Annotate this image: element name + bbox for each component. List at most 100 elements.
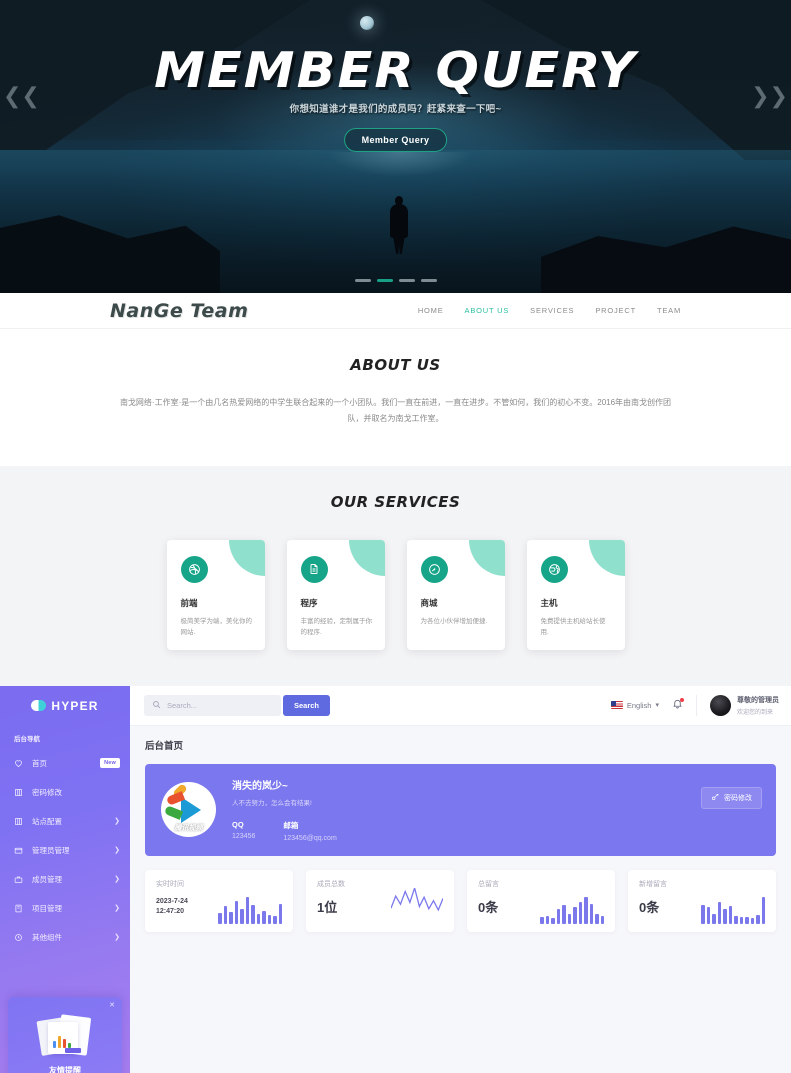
dribbble-icon xyxy=(180,555,208,583)
service-card[interactable]: 前端 极简美学为端，美化你的网站. xyxy=(166,539,265,650)
sidebar-item-member-management[interactable]: 成员管理 ❯ xyxy=(0,865,130,894)
slider-prev-icon[interactable]: ❮❮ xyxy=(3,84,40,109)
sidebar-item-label: 站点配置 xyxy=(32,816,62,826)
hero-silhouette-figure xyxy=(389,196,409,254)
nav-item-services[interactable]: SERVICES xyxy=(530,306,574,315)
card-corner-decoration xyxy=(468,539,505,576)
slider-pagination[interactable] xyxy=(0,279,791,282)
sidebar-item-home[interactable]: 首页 New xyxy=(0,749,130,778)
bar xyxy=(256,914,260,924)
search-input[interactable] xyxy=(167,700,273,710)
service-card[interactable]: 主机 免费提供主机给站长使用. xyxy=(526,539,625,650)
hero-slider: MEMBER QUERY 你想知道谁才是我们的成员吗？赶紧来查一下吧~ Memb… xyxy=(0,0,791,293)
moon-icon xyxy=(360,16,374,30)
card-corner-decoration xyxy=(228,539,265,576)
sidebar-promo-title: 友情提醒 xyxy=(49,1065,81,1073)
bar xyxy=(562,904,566,924)
briefcase-icon xyxy=(14,875,23,884)
slider-dot[interactable] xyxy=(398,279,415,282)
service-card-desc: 免费提供主机给站长使用. xyxy=(540,617,606,637)
site-brand[interactable]: NanGe Team xyxy=(110,300,248,322)
member-query-button[interactable]: Member Query xyxy=(343,128,448,152)
bar xyxy=(750,917,754,924)
sidebar-item-admin-management[interactable]: 管理员管理 ❯ xyxy=(0,836,130,865)
page-title: 后台首页 xyxy=(145,740,184,752)
admin-content: 后台首页 腾讯视频 消失的岚少~ 人不去努力，怎么会有结果! QQ 123456 xyxy=(130,726,791,1073)
language-label: English xyxy=(626,700,652,710)
language-selector[interactable]: English ▾ xyxy=(610,700,659,710)
sidebar-item-label: 首页 xyxy=(32,758,47,768)
bar xyxy=(273,915,277,924)
search-box[interactable] xyxy=(144,694,281,716)
stat-line-chart xyxy=(390,885,444,923)
sidebar-item-password-change[interactable]: 密码修改 xyxy=(0,778,130,807)
chevron-right-icon: ❯ xyxy=(114,846,120,855)
service-card-list: 前端 极简美学为端，美化你的网站. 程序 丰富的经验，定制属于你的程序. 商城 … xyxy=(0,539,791,650)
welcome-card-field: QQ 123456 xyxy=(232,820,255,842)
admin-topbar: Search English ▾ 尊敬的管理员 欢迎您的到来 xyxy=(130,685,791,726)
avatar xyxy=(710,694,731,716)
password-change-button[interactable]: 密码修改 xyxy=(701,786,762,809)
service-card[interactable]: 程序 丰富的经验，定制属于你的程序. xyxy=(286,539,385,650)
sidebar-item-project-management[interactable]: 项目管理 ❯ xyxy=(0,894,130,923)
user-info: 尊敬的管理员 欢迎您的到来 xyxy=(737,695,779,716)
field-label: QQ xyxy=(232,820,244,830)
documents-chart-illustration xyxy=(36,1013,93,1058)
nav-item-team[interactable]: TEAM xyxy=(657,306,681,315)
admin-logo[interactable]: HYPER xyxy=(0,699,130,713)
bar xyxy=(600,915,604,924)
bar xyxy=(251,905,255,924)
service-card-title: 主机 xyxy=(540,597,558,608)
slider-dot[interactable] xyxy=(354,279,371,282)
field-value: 123456 xyxy=(232,833,256,841)
bar xyxy=(223,906,227,924)
stat-card-member-total: 成员总数 1位 xyxy=(306,869,454,932)
service-card[interactable]: 商城 为各位小伙伴增加便捷. xyxy=(406,539,505,650)
search-area: Search xyxy=(144,694,331,716)
about-section: ABOUT US 南戈网络·工作室·是一个由几名热爱网络的中学生联合起来的一个小… xyxy=(0,329,791,466)
bell-icon[interactable] xyxy=(672,698,684,712)
key-icon xyxy=(711,793,719,803)
service-card-desc: 极简美学为端，美化你的网站. xyxy=(180,617,253,637)
bar xyxy=(589,903,593,924)
chevron-right-icon: ❯ xyxy=(114,933,120,942)
bar xyxy=(267,915,271,924)
sidebar-item-label: 其他组件 xyxy=(32,932,62,942)
service-card-title: 程序 xyxy=(300,597,318,608)
hero-subtitle: 你想知道谁才是我们的成员吗？赶紧来查一下吧~ xyxy=(289,104,502,115)
sidebar-item-other-components[interactable]: 其他组件 ❯ xyxy=(0,923,130,952)
stat-bar-chart xyxy=(540,896,604,932)
stat-value: 0条 xyxy=(639,899,660,915)
nav-item-about-us[interactable]: ABOUT US xyxy=(465,306,510,315)
sidebar-menu: 首页 New 密码修改 站点配置 ❯ 管理员管理 ❯ 成员管理 ❯ 项目管理 ❯… xyxy=(0,749,130,952)
close-icon[interactable]: ✕ xyxy=(109,1001,115,1009)
admin-logo-text: HYPER xyxy=(51,698,99,713)
slider-next-icon[interactable]: ❯❯ xyxy=(751,84,788,109)
stat-text: 成员总数 1位 xyxy=(317,879,345,932)
sidebar-item-site-config[interactable]: 站点配置 ❯ xyxy=(0,807,130,836)
stat-card-total-messages: 总留言 0条 xyxy=(467,869,615,932)
search-button[interactable]: Search xyxy=(283,694,331,716)
stat-card-list: 实时时间 2023-7-24 12:47:20 成员总数 1位 总留言 0条 新… xyxy=(145,869,776,932)
bar xyxy=(240,909,244,924)
about-body: 南戈网络·工作室·是一个由几名热爱网络的中学生联合起来的一个小团队。我们一直在前… xyxy=(119,398,672,424)
nav-item-home[interactable]: HOME xyxy=(418,306,444,315)
bar xyxy=(761,896,765,924)
nav-item-project[interactable]: PROJECT xyxy=(595,306,636,315)
bar xyxy=(712,914,716,924)
sidebar-badge-new: New xyxy=(100,758,120,769)
hero-title: MEMBER QUERY xyxy=(154,42,637,99)
stat-label: 新增留言 xyxy=(639,880,667,888)
bar xyxy=(573,906,577,924)
bar xyxy=(728,905,732,924)
user-menu[interactable]: 尊敬的管理员 欢迎您的到来 xyxy=(696,694,779,716)
service-card-desc: 为各位小伙伴增加便捷. xyxy=(420,617,488,625)
welcome-card-fields: QQ 123456 邮箱 123456@qq.com xyxy=(232,820,337,842)
slider-dot[interactable] xyxy=(420,279,437,282)
services-title: OUR SERVICES xyxy=(330,492,461,511)
bar xyxy=(229,912,233,924)
password-change-label: 密码修改 xyxy=(724,794,752,802)
card-corner-decoration xyxy=(348,539,385,576)
card-corner-decoration xyxy=(588,539,625,576)
slider-dot-active[interactable] xyxy=(376,279,393,282)
